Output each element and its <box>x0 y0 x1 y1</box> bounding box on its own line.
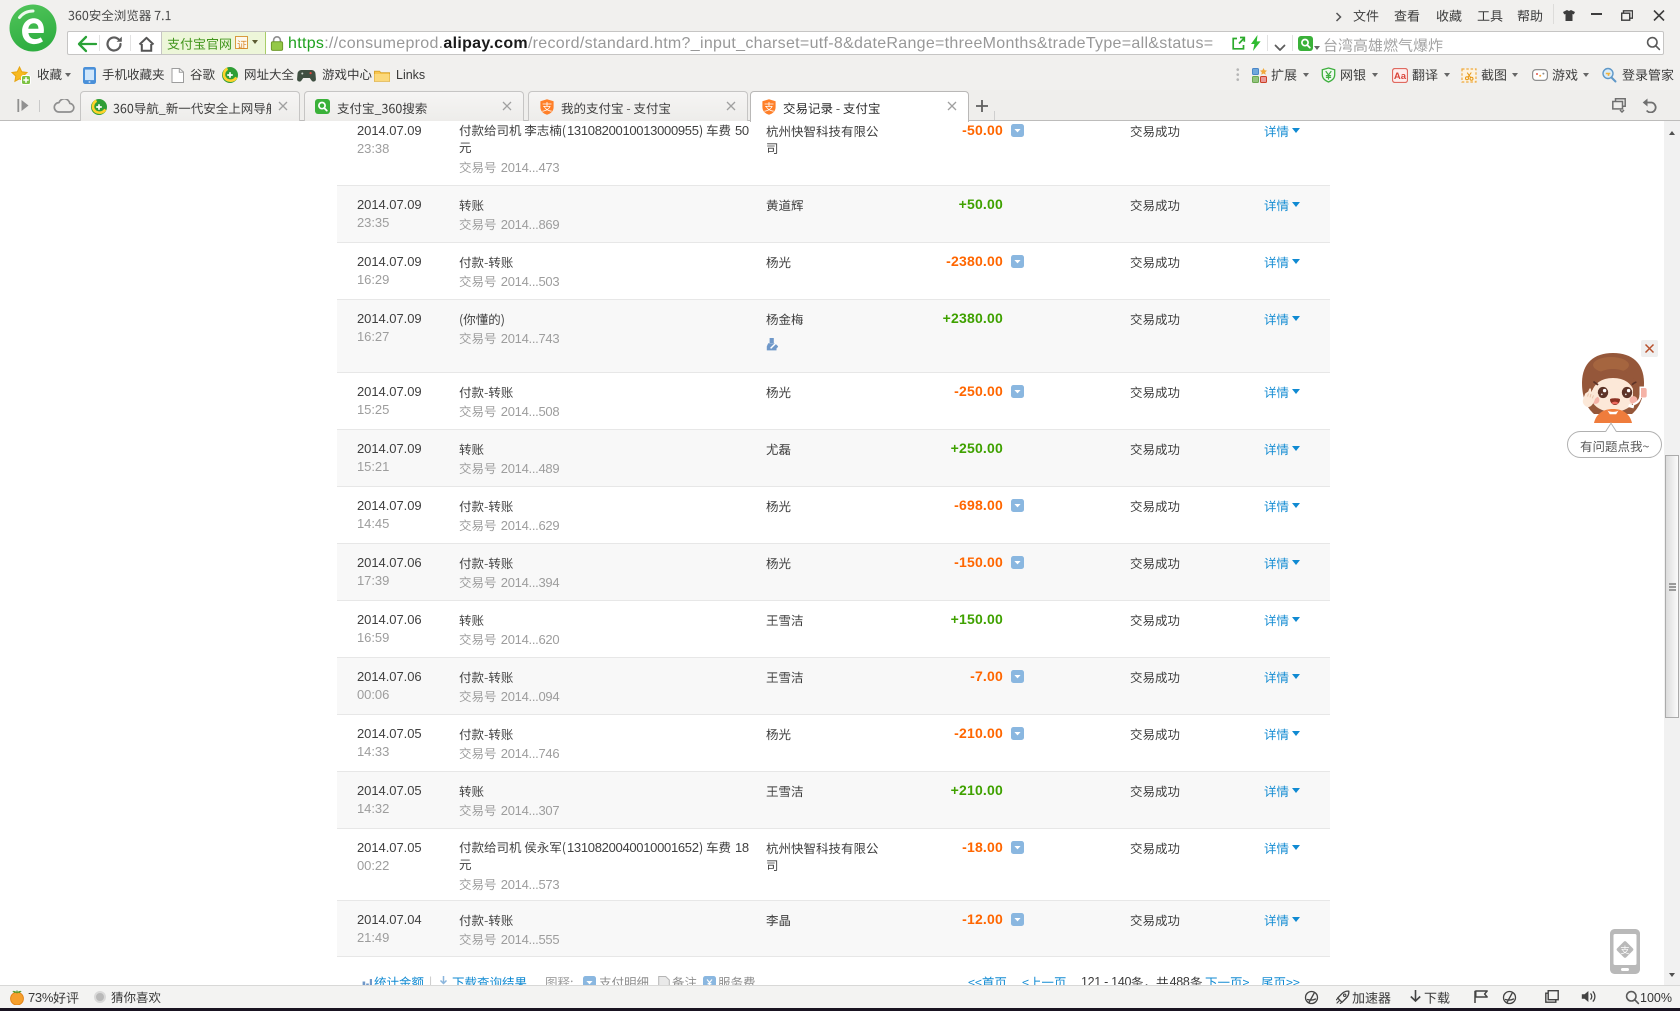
svg-text:Aa: Aa <box>1394 71 1407 82</box>
